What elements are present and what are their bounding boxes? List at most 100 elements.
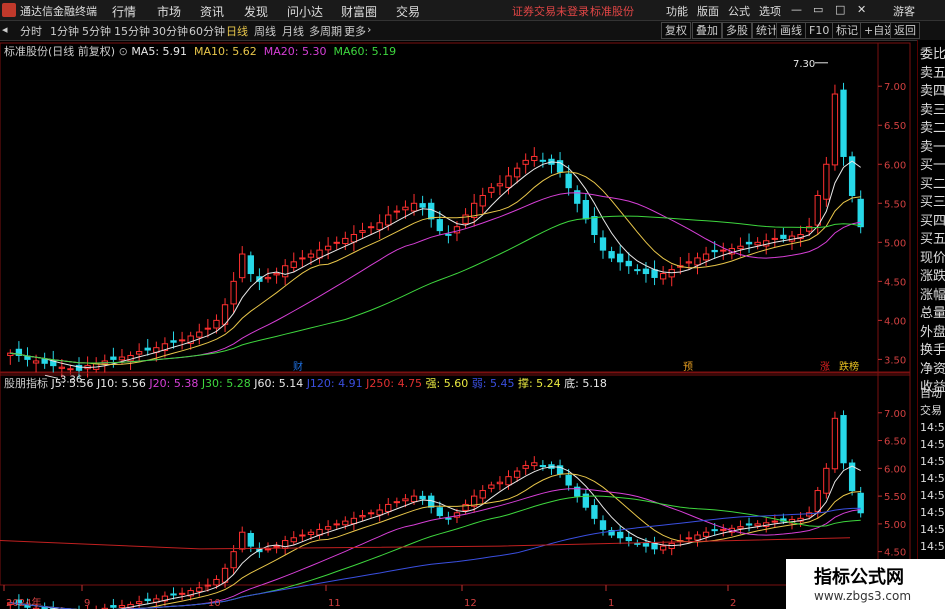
main-y-tick-label: 7.00: [884, 82, 906, 93]
menu-quotes[interactable]: 行情: [112, 3, 136, 20]
tool-overlay[interactable]: 叠加: [692, 22, 722, 39]
candle: [771, 237, 778, 240]
sub-candle: [754, 523, 761, 527]
tool-multi-stock[interactable]: 多股: [722, 22, 752, 39]
x-axis-label: 10: [208, 598, 221, 609]
candle: [67, 368, 74, 371]
period-30min[interactable]: 30分钟: [152, 23, 188, 39]
ma60-line: [10, 215, 861, 364]
tick-time-label: 14:56: [920, 506, 945, 519]
close-icon[interactable]: ✕: [857, 3, 866, 16]
menu-ask[interactable]: 问小达: [287, 3, 323, 20]
tool-mark[interactable]: 标记: [832, 22, 862, 39]
maximize-icon[interactable]: □: [835, 3, 845, 16]
menu-function[interactable]: 功能: [666, 3, 688, 19]
main-y-tick-label: 5.50: [884, 199, 906, 210]
menu-discover[interactable]: 发现: [244, 3, 268, 20]
menu-formula[interactable]: 公式: [728, 3, 750, 19]
sub-y-tick-label: 6.00: [884, 464, 906, 475]
sub-candle: [196, 587, 203, 592]
tick-time-label: 14:56: [920, 438, 945, 451]
watermark-url: www.zbgs3.com: [814, 589, 912, 603]
app-logo-icon: [2, 3, 16, 17]
sub-candle: [831, 417, 839, 470]
high-price-label: 7.30: [793, 59, 815, 70]
tick-time-label: 14:56: [920, 540, 945, 553]
sub-candle: [745, 523, 753, 526]
sub-y-tick-label: 5.00: [884, 520, 906, 531]
left-arrow-icon[interactable]: ◂: [2, 23, 8, 36]
candle: [840, 89, 847, 157]
tool-back[interactable]: 返回: [890, 22, 920, 39]
restore-icon[interactable]: ▭: [813, 3, 823, 16]
period-weekly[interactable]: 周线: [254, 23, 276, 39]
candle: [41, 358, 48, 364]
sub-candle: [135, 601, 143, 604]
candle: [599, 237, 607, 251]
candle: [170, 340, 177, 343]
chevron-right-icon[interactable]: ›: [367, 23, 371, 36]
candle: [32, 360, 40, 364]
period-15min[interactable]: 15分钟: [114, 23, 150, 39]
tool-adjust[interactable]: 复权: [661, 22, 691, 39]
chart-canvas[interactable]: 7.00 6.50 6.00 5.50 5.00 4.50 4.00 3.50 7.00 6.5…: [0, 40, 917, 609]
menu-layout[interactable]: 版面: [697, 3, 719, 19]
candle: [273, 273, 280, 276]
period-monthly[interactable]: 月线: [282, 23, 304, 39]
sub-candle: [737, 526, 744, 529]
candle: [445, 233, 452, 236]
menu-trade[interactable]: 交易: [396, 3, 420, 20]
sub-candle: [496, 481, 504, 485]
sub-candle: [402, 498, 409, 502]
sub-candle: [642, 542, 650, 547]
sub-candle: [814, 490, 821, 513]
sub-candle: [144, 598, 151, 602]
sub-candle: [178, 592, 186, 595]
period-toolbar: ◂ 分时 1分钟 5分钟 15分钟 30分钟 60分钟 日线 周线 月线 多周期…: [0, 21, 945, 41]
candle: [436, 219, 443, 232]
candle: [428, 202, 435, 220]
sub-candle: [591, 505, 598, 519]
period-intraday[interactable]: 分时: [20, 23, 42, 39]
ma20-line: [10, 192, 861, 364]
sub-candle: [659, 545, 667, 551]
menu-options[interactable]: 选项: [759, 3, 781, 19]
minimize-icon[interactable]: —: [791, 3, 802, 16]
period-60min[interactable]: 60分钟: [189, 23, 225, 39]
x-axis-label: 11: [328, 598, 341, 609]
event-marker: 涨: [820, 361, 830, 373]
guest-label[interactable]: 游客: [893, 3, 915, 19]
sub-candle: [290, 537, 297, 543]
menu-news[interactable]: 资讯: [200, 3, 224, 20]
sub-candle: [445, 517, 452, 520]
candle: [118, 356, 126, 361]
period-1min[interactable]: 1分钟: [50, 23, 79, 39]
title-bar: 通达信金融终端 行情 市场 资讯 发现 问小达 财富圈 交易 证券交易未登录 标…: [0, 0, 945, 21]
tool-draw[interactable]: 画线: [776, 22, 806, 39]
main-y-tick-label: 3.50: [884, 355, 906, 366]
period-multi[interactable]: 多周期: [309, 23, 342, 39]
candle: [711, 249, 718, 253]
sub-candle: [282, 540, 289, 549]
candle: [324, 245, 332, 251]
period-daily[interactable]: 日线: [226, 23, 248, 39]
main-y-tick-label: 6.00: [884, 160, 906, 171]
candle: [264, 276, 272, 280]
quote-field-label: 买四: [920, 213, 945, 229]
sub-candle: [170, 593, 177, 596]
login-warning[interactable]: 证券交易未登录: [512, 3, 589, 19]
period-more[interactable]: 更多: [344, 23, 366, 39]
candle: [659, 273, 667, 280]
period-5min[interactable]: 5分钟: [82, 23, 111, 39]
candle: [754, 241, 761, 246]
quote-field-label: 现价: [920, 250, 945, 266]
sub-candle: [617, 531, 624, 539]
sub-candle: [307, 531, 315, 535]
menu-market[interactable]: 市场: [157, 3, 181, 20]
quote-field-label: 涨幅: [920, 287, 945, 303]
tool-f10[interactable]: F10: [805, 22, 834, 39]
menu-fortune[interactable]: 财富圈: [341, 3, 377, 20]
candle: [24, 355, 31, 360]
candle: [831, 93, 839, 166]
sub-candle: [385, 503, 392, 513]
